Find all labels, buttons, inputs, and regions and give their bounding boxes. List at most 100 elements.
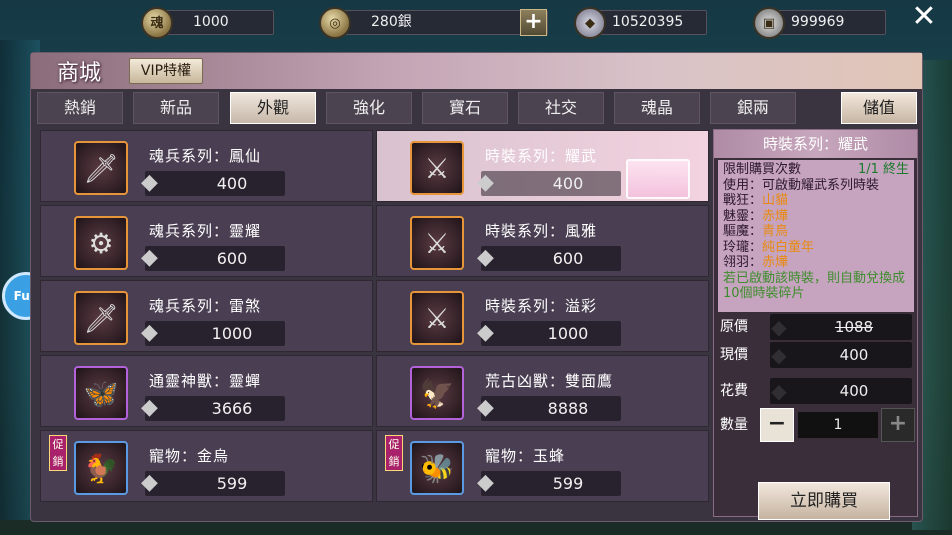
item-name: 寵物：玉蜂 (485, 447, 566, 465)
item-card[interactable]: 🐝 促銷 寵物：玉蜂 599 ◆ (376, 430, 709, 502)
silver-ingot-value: 999969 (791, 14, 845, 30)
purchase-limit-count: 1/1 終生 (857, 162, 909, 177)
item-name: 魂兵系列：靈耀 (149, 222, 262, 240)
original-price-label: 原價 (720, 319, 748, 335)
item-thumbnail: 🐓 (74, 441, 128, 495)
stat-key: 玲瓏： (723, 239, 763, 255)
item-card[interactable]: 🗡 魂兵系列：雷煞 1000 ◆ (40, 280, 373, 352)
promo-badge: 促銷 (385, 435, 403, 471)
item-thumbnail: ⚙ (74, 216, 128, 270)
item-card[interactable]: ⚙ 魂兵系列：靈耀 600 ◆ (40, 205, 373, 277)
detail-title: 時裝系列：耀武 (714, 130, 917, 158)
diamond-display: ◆ 10520395 (574, 7, 707, 39)
diamond-icon: ◆ (477, 170, 494, 195)
cost-value: 400 (770, 378, 912, 404)
silver-coin-display: ◎ 280銀 (319, 7, 548, 39)
silver-coin-value: 280銀 (371, 14, 412, 30)
shop-panel: 商城 VIP特權 熱銷 新品 外觀 強化 寶石 社交 魂晶 銀兩 儲值 🗡 魂兵系… (30, 52, 923, 522)
diamond-icon: ◆ (141, 320, 158, 345)
top-up-button[interactable]: 儲值 (841, 92, 917, 124)
current-price-value: 400 (770, 342, 912, 368)
diamond-value: 10520395 (612, 14, 684, 30)
item-thumbnail: 🗡 (74, 141, 128, 195)
add-currency-button[interactable]: + (520, 9, 547, 36)
silver-coin-icon: ◎ (319, 7, 351, 39)
soul-coin-icon: 魂 (141, 7, 173, 39)
diamond-icon: ◆ (141, 245, 158, 270)
stat-row: 戰狂：山貓 (723, 193, 909, 209)
stat-row: 翎羽：赤燁 (723, 255, 909, 271)
item-image: ⚙ (88, 226, 114, 260)
item-name: 時裝系列：風雅 (485, 222, 598, 240)
stat-row: 魅靈：赤燁 (723, 209, 909, 225)
item-thumbnail: 🗡 (74, 291, 128, 345)
tab-appearance[interactable]: 外觀 (230, 92, 316, 124)
item-thumbnail: 🦋 (74, 366, 128, 420)
soul-coin-display: 魂 1000 (141, 7, 274, 39)
category-tabs: 熱銷 新品 外觀 強化 寶石 社交 魂晶 銀兩 儲值 (37, 92, 917, 126)
promo-badge: 促銷 (49, 435, 67, 471)
tab-social[interactable]: 社交 (518, 92, 604, 124)
item-image: 🦅 (419, 376, 455, 410)
close-icon[interactable]: ✕ (910, 2, 938, 32)
item-name: 荒古凶獸：雙面鷹 (485, 372, 614, 390)
item-thumbnail: ⚔ (410, 291, 464, 345)
stat-value: 青鳥 (762, 224, 789, 239)
stat-list: 戰狂：山貓 魅靈：赤燁 驅魔：青鳥 玲瓏：純白童年 翎羽：赤燁 (723, 193, 909, 271)
item-card[interactable]: 🐓 促銷 寵物：金烏 599 ◆ (40, 430, 373, 502)
item-image: 🗡 (83, 151, 119, 185)
tab-soul-crystal[interactable]: 魂晶 (614, 92, 700, 124)
item-card[interactable]: ⚔ 時裝系列：風雅 600 ◆ (376, 205, 709, 277)
tab-gems[interactable]: 寶石 (422, 92, 508, 124)
item-name: 魂兵系列：雷煞 (149, 297, 262, 315)
item-card[interactable]: 🗡 魂兵系列：鳳仙 400 ◆ (40, 130, 373, 202)
item-image: 🐓 (83, 451, 119, 485)
quantity-label: 數量 (720, 417, 748, 433)
gift-box-decoration (626, 159, 690, 199)
item-name: 寵物：金烏 (149, 447, 230, 465)
diamond-icon: ◆ (141, 470, 158, 495)
stat-key: 戰狂： (723, 193, 763, 208)
item-card[interactable]: 🦅 荒古凶獸：雙面鷹 8888 ◆ (376, 355, 709, 427)
tab-silver[interactable]: 銀兩 (710, 92, 796, 124)
item-detail-panel: 時裝系列：耀武 限制購買次數 1/1 終生 使用：可啟動耀武系列時裝 戰狂：山貓… (713, 129, 918, 520)
item-image: ⚔ (424, 226, 450, 260)
item-image: ⚔ (424, 151, 450, 185)
stat-value: 山貓 (762, 193, 789, 208)
item-card[interactable]: 🦋 通靈神獸：靈蟬 3666 ◆ (40, 355, 373, 427)
stat-value: 赤燁 (762, 255, 789, 270)
item-image: 🐝 (419, 451, 455, 485)
tab-hot[interactable]: 熱銷 (37, 92, 123, 124)
currency-bar: 魂 1000 ◎ 280銀 + ◆ 10520395 ▣ 999969 ✕ (0, 0, 952, 44)
quantity-decrease-button[interactable]: − (760, 408, 794, 442)
usage-text: 使用：可啟動耀武系列時裝 (723, 177, 880, 193)
item-name: 時裝系列：溢彩 (485, 297, 598, 315)
item-name: 通靈神獸：靈蟬 (149, 372, 262, 390)
tab-enhance[interactable]: 強化 (326, 92, 412, 124)
diamond-icon: ◆ (141, 395, 158, 420)
quantity-input[interactable]: 1 (798, 412, 878, 438)
item-card[interactable]: ⚔ 時裝系列：耀武 400 ◆ (376, 130, 709, 202)
tab-new[interactable]: 新品 (133, 92, 219, 124)
soul-coin-value: 1000 (193, 14, 229, 30)
item-thumbnail: ⚔ (410, 141, 464, 195)
page-title: 商城 (57, 61, 102, 86)
shop-header: 商城 VIP特權 (31, 53, 922, 89)
item-card[interactable]: ⚔ 時裝系列：溢彩 1000 ◆ (376, 280, 709, 352)
item-image: ⚔ (424, 301, 450, 335)
original-price-value: 1088 (770, 314, 912, 340)
vip-privilege-button[interactable]: VIP特權 (129, 58, 203, 84)
silver-ingot-display: ▣ 999969 (753, 7, 886, 39)
item-thumbnail: 🐝 (410, 441, 464, 495)
purchase-limit-label: 限制購買次數 (723, 162, 802, 177)
buy-now-button[interactable]: 立即購買 (758, 482, 890, 520)
quantity-increase-button[interactable]: + (881, 408, 915, 442)
stat-key: 魅靈： (723, 208, 763, 224)
diamond-icon: ◆ (477, 320, 494, 345)
item-grid: 🗡 魂兵系列：鳳仙 400 ◆ ⚔ 時裝系列：耀武 400 ◆ ⚙ 魂兵系列：靈耀 600 ◆ ⚔ 時裝系… (40, 130, 709, 516)
stat-row: 驅魔：青鳥 (723, 224, 909, 240)
item-image: 🗡 (83, 301, 119, 335)
item-name: 魂兵系列：鳳仙 (149, 147, 262, 165)
item-thumbnail: ⚔ (410, 216, 464, 270)
diamond-icon: ◆ (141, 170, 158, 195)
